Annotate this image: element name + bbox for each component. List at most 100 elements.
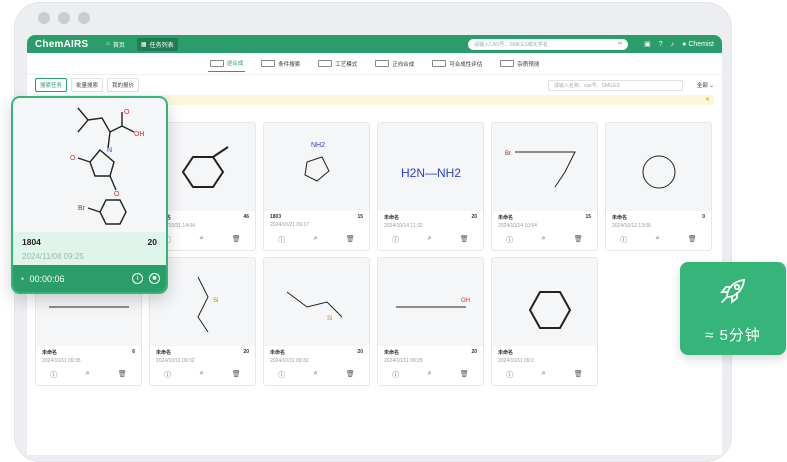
tab-search-tasks[interactable]: 搜索任务 bbox=[35, 78, 68, 92]
task-count: 6 bbox=[132, 349, 135, 355]
info-icon[interactable]: i bbox=[132, 273, 143, 284]
info-icon[interactable]: ⓘ bbox=[392, 370, 399, 380]
user-icon: ● bbox=[682, 40, 687, 48]
task-card[interactable]: NH2 1803 15 2024/10/21 09:17 ⓘ ⌕ 🗑 bbox=[263, 122, 370, 251]
card-actions: ⓘ ⌕ 🗑 bbox=[264, 370, 369, 380]
filter-dropdown[interactable]: 全部 ⌄ bbox=[697, 81, 714, 89]
subnav-impurity[interactable]: 杂质预测 bbox=[498, 56, 541, 72]
rocket-icon bbox=[720, 278, 746, 304]
info-icon[interactable]: ⓘ bbox=[392, 235, 399, 245]
dot bbox=[58, 12, 70, 24]
task-card[interactable]: Si 未命名 20 2024/10/11 09:32 ⓘ ⌕ 🗑 bbox=[263, 257, 370, 386]
task-card[interactable]: Br 未命名 15 2024/10/14 10:54 ⓘ ⌕ 🗑 bbox=[491, 122, 598, 251]
info-icon[interactable]: ⓘ bbox=[278, 370, 285, 380]
delete-icon[interactable]: 🗑 bbox=[118, 370, 127, 380]
subnav-synthesizability[interactable]: 可合成性评估 bbox=[430, 56, 484, 72]
molecule-image: H2N—NH2 bbox=[378, 123, 483, 211]
info-icon[interactable]: ⓘ bbox=[506, 235, 513, 245]
task-info: 1804 20 2024/11/08 09:25 bbox=[13, 232, 166, 265]
search-icon[interactable]: ⌕ bbox=[428, 370, 432, 380]
delete-icon[interactable]: 🗑 bbox=[346, 235, 355, 245]
bell-icon[interactable]: ♪ bbox=[671, 41, 675, 48]
task-count: 20 bbox=[243, 349, 249, 355]
subnav-process[interactable]: 工艺模式 bbox=[316, 56, 359, 72]
subnav-retro[interactable]: 逆合成 bbox=[207, 55, 246, 72]
task-name: 未命名 bbox=[498, 215, 514, 221]
delete-icon[interactable]: 🗑 bbox=[688, 235, 697, 245]
task-count: 46 bbox=[243, 214, 249, 220]
search-icon[interactable]: ⌕ bbox=[86, 370, 90, 380]
help-icon[interactable]: ? bbox=[659, 41, 663, 48]
task-card[interactable]: OH 未命名 20 2024/10/11 09:29 ⓘ ⌕ 🗑 bbox=[377, 257, 484, 386]
nav-home[interactable]: ⌂ 首页 bbox=[102, 38, 129, 51]
subnav-label: 工艺模式 bbox=[335, 61, 358, 68]
search-icon[interactable]: ⌕ bbox=[428, 235, 432, 245]
message-icon[interactable]: ▣ bbox=[644, 40, 651, 48]
task-date: 2024/10/12 13:06 bbox=[612, 223, 651, 229]
task-date: 2024/10/11 09:32 bbox=[270, 358, 309, 364]
molecule-image: Br bbox=[492, 123, 597, 211]
info-icon[interactable]: ⓘ bbox=[278, 235, 285, 245]
search-icon[interactable]: ⌕ bbox=[542, 370, 546, 380]
task-name: 未命名 bbox=[384, 350, 400, 356]
svg-text:O: O bbox=[114, 191, 120, 198]
clock-icon: ◔ bbox=[19, 273, 25, 284]
info-icon[interactable]: ⓘ bbox=[506, 370, 513, 380]
task-meta: 未命名 0 2024/10/12 13:06 bbox=[606, 211, 711, 232]
search-icon[interactable]: ⌕ bbox=[656, 235, 660, 245]
delete-icon[interactable]: 🗑 bbox=[232, 235, 241, 245]
molecule-structure bbox=[642, 155, 675, 189]
close-icon[interactable]: ✕ bbox=[705, 96, 710, 103]
subnav-condition[interactable]: 条件搜索 bbox=[259, 56, 302, 72]
svg-text:Si: Si bbox=[327, 316, 332, 322]
task-meta: 未命名 20 2024/10/14 11:32 bbox=[378, 211, 483, 232]
task-count: 20 bbox=[147, 237, 157, 247]
user-menu[interactable]: ● Chemist bbox=[682, 41, 714, 48]
nav-tasks[interactable]: ▦ 任务列表 bbox=[136, 37, 178, 51]
task-search-input[interactable]: 请输入名称、cas号、SMILES bbox=[547, 79, 683, 91]
search-icon[interactable]: ⌕ bbox=[200, 235, 204, 245]
delete-icon[interactable]: 🗑 bbox=[346, 370, 355, 380]
delete-icon[interactable]: 🗑 bbox=[574, 370, 583, 380]
task-card[interactable]: 未命名 0 2024/10/12 13:06 ⓘ ⌕ 🗑 bbox=[605, 122, 712, 251]
info-icon[interactable]: ⓘ bbox=[620, 235, 627, 245]
delete-icon[interactable]: 🗑 bbox=[232, 370, 241, 380]
stop-icon[interactable]: ■ bbox=[149, 273, 160, 284]
filter-label: 全部 bbox=[696, 83, 708, 89]
search-icon[interactable]: ⌕ bbox=[542, 235, 546, 245]
info-icon[interactable]: ⓘ bbox=[50, 370, 57, 380]
submit-icon[interactable]: ⇄ bbox=[618, 41, 622, 47]
card-actions: ⓘ ⌕ 🗑 bbox=[36, 370, 141, 380]
info-icon[interactable]: ⓘ bbox=[164, 370, 171, 380]
task-meta: 未命名 2024/10/11 09:2 bbox=[492, 346, 597, 367]
dot bbox=[38, 12, 50, 24]
task-date: 2024/10/11 09:2 bbox=[498, 358, 534, 364]
search-icon[interactable]: ⌕ bbox=[314, 235, 318, 245]
search-icon[interactable]: ⌕ bbox=[314, 370, 318, 380]
speed-badge: ≈ 5分钟 bbox=[680, 262, 786, 355]
window-dots bbox=[38, 12, 90, 24]
svg-text:N: N bbox=[107, 147, 112, 154]
molecule-structure bbox=[528, 291, 571, 329]
delete-icon[interactable]: 🗑 bbox=[460, 235, 469, 245]
molecule-structure: Si bbox=[286, 291, 342, 322]
tab-batch-search[interactable]: 批量搜索 bbox=[71, 78, 104, 92]
task-card[interactable]: H2N—NH2 未命名 20 2024/10/14 11:32 ⓘ ⌕ 🗑 bbox=[377, 122, 484, 251]
delete-icon[interactable]: 🗑 bbox=[460, 370, 469, 380]
molecule-image: OH bbox=[378, 258, 483, 346]
search-icon[interactable]: ⌕ bbox=[200, 370, 204, 380]
card-actions: ⓘ ⌕ 🗑 bbox=[606, 235, 711, 245]
task-date: 2024/11/08 09:25 bbox=[22, 252, 84, 261]
highlight-task-card[interactable]: O OH N O O Br 1804 20 2024/11/08 09:25 ◔… bbox=[11, 96, 168, 294]
nav-home-label: 首页 bbox=[112, 42, 125, 49]
subnav-forward[interactable]: 正向合成 bbox=[373, 56, 416, 72]
card-actions: ⓘ ⌕ 🗑 bbox=[492, 370, 597, 380]
task-count: 20 bbox=[471, 214, 477, 220]
delete-icon[interactable]: 🗑 bbox=[574, 235, 583, 245]
task-card[interactable]: 未命名 2024/10/11 09:2 ⓘ ⌕ 🗑 bbox=[491, 257, 598, 386]
retro-icon bbox=[209, 59, 224, 67]
molecule-image: NH2 bbox=[264, 123, 369, 211]
global-search-input[interactable]: 请输入CAS号、SMILES或化学名 ⇄ bbox=[468, 38, 629, 50]
tab-my-quotes[interactable]: 我的报价 bbox=[107, 78, 140, 92]
subnav-label: 正向合成 bbox=[392, 61, 415, 68]
